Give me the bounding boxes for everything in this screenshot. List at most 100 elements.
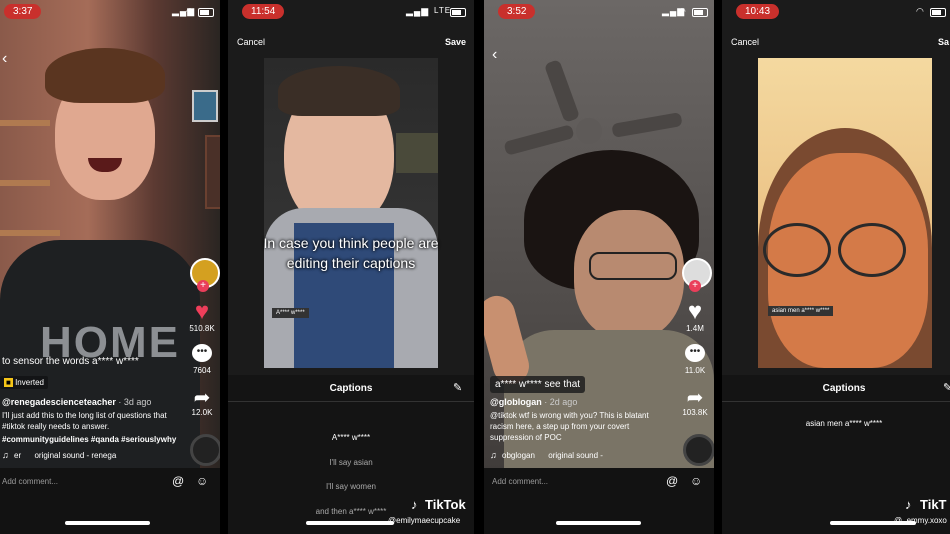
tiktok-logo-icon: ♪ xyxy=(905,497,912,512)
signal-icon: ▂▄▆ xyxy=(406,6,430,16)
tiktok-logo-icon: ♪ xyxy=(411,497,418,512)
home-indicator xyxy=(306,521,394,525)
wall-frame xyxy=(205,135,220,209)
battery-icon xyxy=(930,8,946,17)
status-time: 10:43 xyxy=(736,4,780,19)
comment-button[interactable]: ••• 11.0K xyxy=(679,344,711,375)
comment-count: 7604 xyxy=(193,366,211,375)
edit-pencil-icon[interactable]: ✎ xyxy=(453,381,462,394)
person-hair xyxy=(45,48,165,103)
mention-icon[interactable]: @ xyxy=(666,474,678,488)
add-comment-input[interactable]: Add comment... xyxy=(492,477,548,486)
wall-frame xyxy=(192,90,218,122)
username-text: @globlogan xyxy=(490,397,542,407)
like-count: 1.4M xyxy=(686,324,704,333)
edit-pencil-icon[interactable]: ✎ xyxy=(943,381,950,394)
status-time: 3:52 xyxy=(498,4,536,19)
status-bar: 3:52 ▂▄▆ ◠ xyxy=(484,0,714,22)
person-glasses xyxy=(589,252,677,280)
comment-icon: ••• xyxy=(685,344,705,362)
wall-shelf xyxy=(0,120,50,126)
cancel-button[interactable]: Cancel xyxy=(731,37,759,47)
comment-button[interactable]: ••• 7604 xyxy=(186,344,218,375)
share-arrow-icon: ➦ xyxy=(193,387,211,409)
glasses-right xyxy=(838,223,906,277)
caption-line[interactable]: asian men a**** w**** xyxy=(722,419,950,428)
wall-shelf xyxy=(0,230,60,236)
video-preview: A**** w**** xyxy=(264,58,438,368)
status-time: 11:54 xyxy=(242,4,285,19)
sound-label[interactable]: obglogan original sound - xyxy=(502,451,603,460)
heart-icon: ♥ xyxy=(194,298,210,325)
heart-icon: ♥ xyxy=(687,298,703,325)
emoji-icon[interactable]: ☺ xyxy=(196,474,208,488)
follow-plus-icon[interactable]: + xyxy=(689,280,701,292)
like-button[interactable]: ♥ 1.4M xyxy=(679,298,711,334)
wifi-icon: ◠ xyxy=(186,6,195,16)
music-note-icon: ♫ xyxy=(490,450,497,460)
emoji-icon[interactable]: ☺ xyxy=(690,474,702,488)
comment-icon: ••• xyxy=(192,344,212,362)
caption-line[interactable]: I'll say women xyxy=(228,482,474,491)
ceiling-fan-hub xyxy=(576,118,602,144)
status-time: 3:37 xyxy=(4,4,42,19)
share-button[interactable]: ➦ 103.8K xyxy=(679,388,711,417)
home-indicator xyxy=(830,521,916,525)
video-username[interactable]: @globlogan · 2d ago xyxy=(490,397,577,407)
share-button[interactable]: ➦ 12.0K xyxy=(186,388,218,417)
caption-line[interactable]: I'll say asian xyxy=(228,458,474,467)
captions-divider xyxy=(722,401,950,402)
cancel-button[interactable]: Cancel xyxy=(237,37,265,47)
video-description: @tiktok wtf is wrong with you? This is b… xyxy=(490,411,649,442)
video-description: I'll just add this to the long list of q… xyxy=(2,411,167,431)
music-disc-icon[interactable] xyxy=(190,434,220,466)
sticker-label: A**** w**** xyxy=(272,308,309,318)
username-text: @renegadescienceteacher xyxy=(2,397,116,407)
caption-line[interactable]: A**** w**** xyxy=(228,433,474,442)
video-username[interactable]: @renegadescienceteacher · 3d ago xyxy=(2,397,151,407)
share-count: 103.8K xyxy=(682,408,708,417)
caption-box: a**** w**** see that xyxy=(490,376,586,393)
effect-icon: ■ xyxy=(4,378,13,387)
captions-title: Captions xyxy=(329,383,373,394)
overlay-text: In case you think people are editing the… xyxy=(263,235,439,271)
watermark-user: @emilymaecupcake xyxy=(388,516,461,525)
sound-label[interactable]: er original sound - renega xyxy=(14,451,116,460)
sensor-caption: to sensor the words a**** w**** xyxy=(2,356,139,367)
effect-badge[interactable]: ■ Inverted xyxy=(0,376,48,389)
status-bar: 11:54 ▂▄▆ LTE xyxy=(228,0,474,22)
sticker-label: asian men a**** w**** xyxy=(768,306,834,316)
car-window xyxy=(396,133,438,173)
back-chevron-icon[interactable]: ‹ xyxy=(492,46,497,64)
panel-renegadescienceteacher: HOME 3:37 ▂▄▆ ◠ ‹ + ♥ 510.8K ••• 7604 ➦ … xyxy=(0,0,220,534)
add-comment-input[interactable]: Add comment... xyxy=(2,477,58,486)
video-preview: asian men a**** w**** xyxy=(758,58,932,368)
battery-icon xyxy=(198,8,214,17)
captions-divider xyxy=(228,401,474,402)
panel-emmy-xoxo: 10:43 ◠ Cancel Sa asian men a**** w**** … xyxy=(722,0,950,534)
mention-icon[interactable]: @ xyxy=(172,474,184,488)
tiktok-watermark: TikTok xyxy=(425,497,466,512)
wifi-icon: ◠ xyxy=(916,6,925,16)
glasses-left xyxy=(763,223,831,277)
like-count: 510.8K xyxy=(189,324,215,333)
follow-plus-icon[interactable]: + xyxy=(197,280,209,292)
music-note-icon: ♫ xyxy=(2,450,9,460)
panel-emilymaecupcake: 11:54 ▂▄▆ LTE Cancel Save A**** w**** In… xyxy=(228,0,474,534)
like-button[interactable]: ♥ 510.8K xyxy=(186,298,218,334)
video-hashtags[interactable]: #communityguidelines #qanda #seriouslywh… xyxy=(2,435,176,444)
save-button[interactable]: Save xyxy=(445,37,466,47)
status-bar: 3:37 ▂▄▆ ◠ xyxy=(0,0,220,22)
effect-label: Inverted xyxy=(15,378,44,387)
tiktok-watermark: TikT xyxy=(920,497,947,512)
back-chevron-icon[interactable]: ‹ xyxy=(2,50,7,68)
status-bar: 10:43 ◠ xyxy=(722,0,950,22)
home-indicator xyxy=(65,521,150,525)
music-disc-icon[interactable] xyxy=(683,434,714,466)
home-indicator xyxy=(556,521,641,525)
share-count: 12.0K xyxy=(191,408,213,417)
save-button[interactable]: Sa xyxy=(938,37,949,47)
wall-shelf xyxy=(0,180,50,186)
post-date: · 3d ago xyxy=(118,397,152,407)
battery-icon xyxy=(692,8,708,17)
